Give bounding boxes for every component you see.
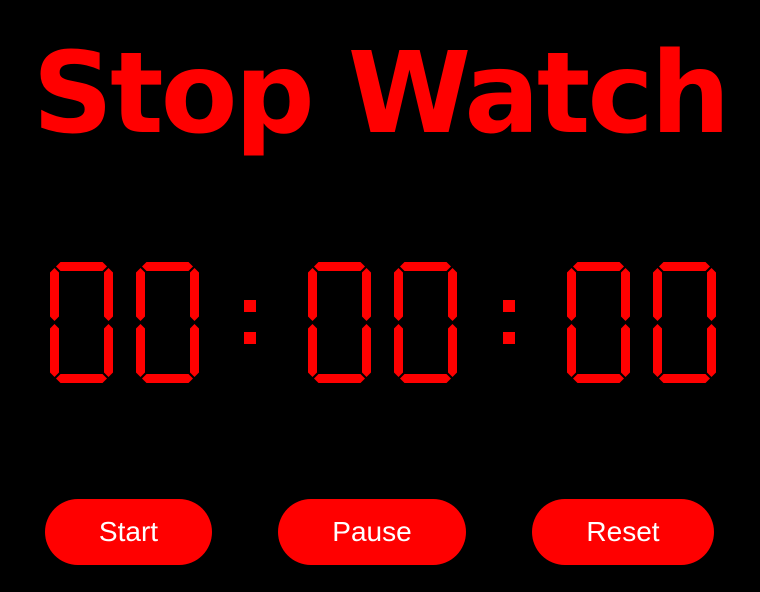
segment-e (136, 324, 145, 377)
segment-b (448, 268, 457, 321)
segment-c (104, 324, 113, 377)
time-display (0, 262, 760, 388)
seconds-digit-2 (653, 262, 716, 383)
segment-e (567, 324, 576, 377)
segment-d (314, 374, 365, 383)
start-button[interactable]: Start (45, 499, 212, 565)
segment-a (573, 262, 624, 271)
colon-dot-bottom (503, 332, 515, 344)
hours-digit-1 (50, 262, 113, 383)
segment-c (707, 324, 716, 377)
segment-f (567, 268, 576, 321)
segment-b (104, 268, 113, 321)
seconds-digit-1 (567, 262, 630, 383)
segment-f (50, 268, 59, 321)
stopwatch-page: Stop Watch Start Pause Reset (0, 0, 760, 592)
segment-e (653, 324, 662, 377)
colon-dot-top (503, 300, 515, 312)
segment-b (362, 268, 371, 321)
segment-c (448, 324, 457, 377)
segment-c (190, 324, 199, 377)
segment-d (659, 374, 710, 383)
reset-button[interactable]: Reset (532, 499, 714, 565)
segment-e (308, 324, 317, 377)
minutes-digit-1 (308, 262, 371, 383)
minutes-digit-2 (394, 262, 457, 383)
segment-f (136, 268, 145, 321)
segment-e (50, 324, 59, 377)
segment-f (308, 268, 317, 321)
segment-d (400, 374, 451, 383)
segment-e (394, 324, 403, 377)
page-title: Stop Watch (32, 29, 730, 159)
segment-d (573, 374, 624, 383)
pause-button[interactable]: Pause (278, 499, 466, 565)
segment-a (56, 262, 107, 271)
segment-a (314, 262, 365, 271)
segment-f (653, 268, 662, 321)
segment-a (142, 262, 193, 271)
seven-segment-display (50, 262, 716, 383)
segment-c (621, 324, 630, 377)
colon-dot-top (244, 300, 256, 312)
segment-a (659, 262, 710, 271)
segment-a (400, 262, 451, 271)
segment-b (190, 268, 199, 321)
segment-f (394, 268, 403, 321)
hours-digit-2 (136, 262, 199, 383)
segment-c (362, 324, 371, 377)
segment-b (707, 268, 716, 321)
segment-d (142, 374, 193, 383)
colon-dot-bottom (244, 332, 256, 344)
colon-separator-1 (244, 300, 256, 344)
segment-d (56, 374, 107, 383)
colon-separator-2 (503, 300, 515, 344)
segment-b (621, 268, 630, 321)
